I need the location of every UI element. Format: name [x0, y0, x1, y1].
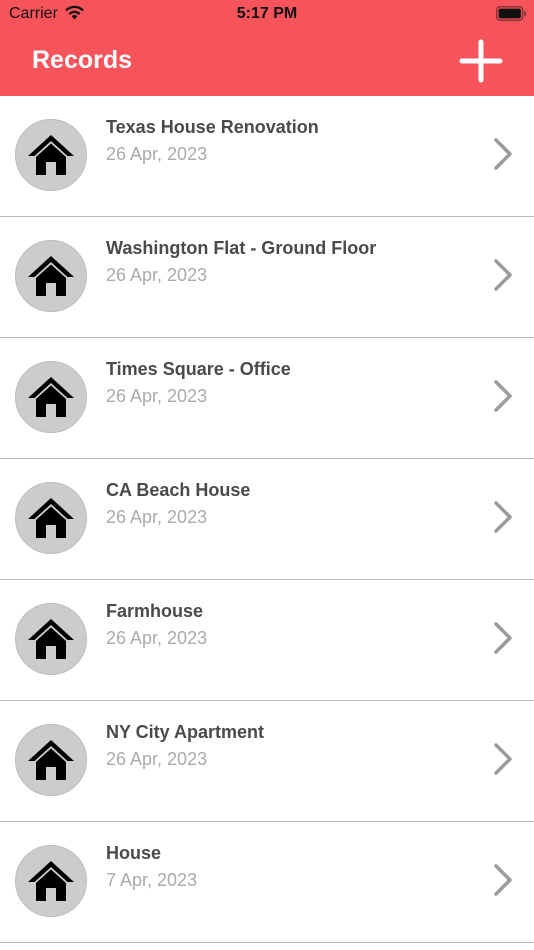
record-title: Washington Flat - Ground Floor [106, 238, 377, 258]
chevron-right-icon [494, 138, 512, 170]
record-row[interactable]: Texas House Renovation 26 Apr, 2023 [0, 96, 534, 217]
avatar [15, 845, 87, 917]
house-icon [28, 498, 74, 538]
record-row[interactable]: NY City Apartment 26 Apr, 2023 [0, 701, 534, 822]
record-row[interactable]: Farmhouse 26 Apr, 2023 [0, 580, 534, 701]
avatar [15, 724, 87, 796]
navigation-bar: Records [0, 28, 534, 96]
chevron-right-icon [494, 380, 512, 412]
avatar [15, 482, 87, 554]
record-row[interactable]: Times Square - Office 26 Apr, 2023 [0, 338, 534, 459]
records-screen: Carrier 5:17 PM Records Texas House Reno… [0, 0, 534, 950]
record-date: 26 Apr, 2023 [106, 507, 208, 527]
record-title: NY City Apartment [106, 722, 265, 742]
avatar [15, 119, 87, 191]
record-date: 26 Apr, 2023 [106, 749, 208, 769]
house-icon [28, 135, 74, 175]
chevron-right-icon [494, 259, 512, 291]
chevron-right-icon [494, 622, 512, 654]
record-row[interactable]: CA Beach House 26 Apr, 2023 [0, 459, 534, 580]
page-title: Records [32, 46, 133, 74]
chevron-right-icon [494, 501, 512, 533]
record-date: 26 Apr, 2023 [106, 628, 208, 648]
house-icon [28, 256, 74, 296]
status-bar: Carrier 5:17 PM [0, 0, 534, 28]
record-row[interactable]: Washington Flat - Ground Floor 26 Apr, 2… [0, 217, 534, 338]
record-title: Texas House Renovation [106, 117, 319, 137]
header: Carrier 5:17 PM Records [0, 0, 534, 96]
add-record-button[interactable] [454, 36, 508, 86]
record-date: 26 Apr, 2023 [106, 265, 208, 285]
avatar [15, 240, 87, 312]
house-icon [28, 377, 74, 417]
house-icon [28, 861, 74, 901]
battery-icon [496, 6, 527, 21]
house-icon [28, 740, 74, 780]
record-date: 26 Apr, 2023 [106, 386, 208, 406]
records-list: Texas House Renovation 26 Apr, 2023 Wash… [0, 96, 534, 943]
record-title: House [106, 843, 162, 863]
record-date: 7 Apr, 2023 [106, 870, 198, 890]
status-time: 5:17 PM [236, 5, 298, 22]
avatar [15, 361, 87, 433]
chevron-right-icon [494, 864, 512, 896]
plus-icon [459, 39, 503, 83]
record-title: CA Beach House [106, 480, 251, 500]
chevron-right-icon [494, 743, 512, 775]
record-title: Farmhouse [106, 601, 204, 621]
record-row[interactable]: House 7 Apr, 2023 [0, 822, 534, 943]
house-icon [28, 619, 74, 659]
record-title: Times Square - Office [106, 359, 291, 379]
record-date: 26 Apr, 2023 [106, 144, 208, 164]
avatar [15, 603, 87, 675]
